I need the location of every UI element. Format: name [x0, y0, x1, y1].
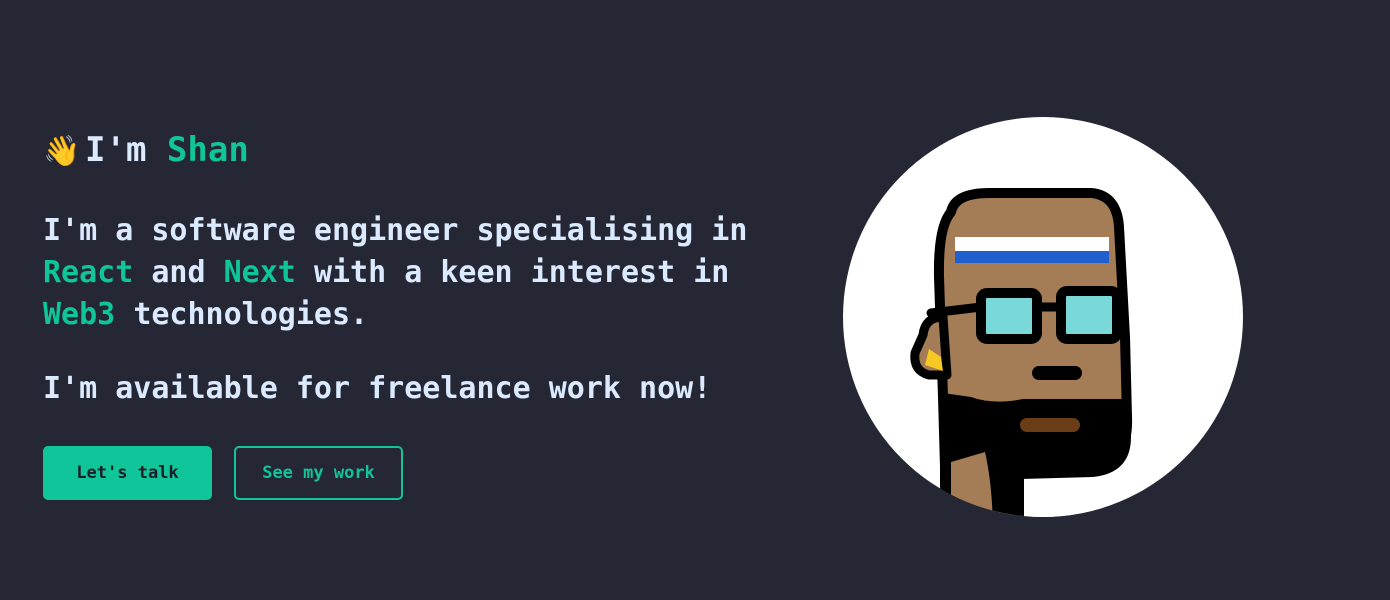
- bio-part-3: with a keen interest in: [313, 255, 730, 290]
- bio-text: I'm a software engineer specialising in …: [43, 210, 803, 336]
- see-my-work-button[interactable]: See my work: [234, 446, 403, 500]
- greeting-prefix: I'm: [85, 130, 147, 170]
- lets-talk-button[interactable]: Let's talk: [43, 446, 212, 500]
- bio-part-2: and: [151, 255, 206, 290]
- avatar: [843, 117, 1243, 517]
- greeting-heading: 👋 I'm Shan: [43, 128, 803, 174]
- bio-highlight-react: React: [43, 255, 134, 290]
- bio-part-4: technologies.: [133, 297, 369, 332]
- bio-highlight-web3: Web3: [43, 297, 116, 332]
- wave-emoji-icon: 👋: [43, 134, 81, 169]
- availability-text: I'm available for freelance work now!: [43, 371, 712, 406]
- bio-part-1: I'm a software engineer specialising in: [43, 213, 748, 248]
- cta-actions: Let's talk See my work: [43, 446, 403, 500]
- greeting-name: Shan: [166, 130, 249, 170]
- pixel-avatar-icon: [910, 187, 1133, 517]
- bio-highlight-next: Next: [223, 255, 296, 290]
- intro-block: 👋 I'm Shan I'm a software engineer specia…: [43, 128, 803, 410]
- hero-section: 👋 I'm Shan I'm a software engineer specia…: [0, 0, 1390, 600]
